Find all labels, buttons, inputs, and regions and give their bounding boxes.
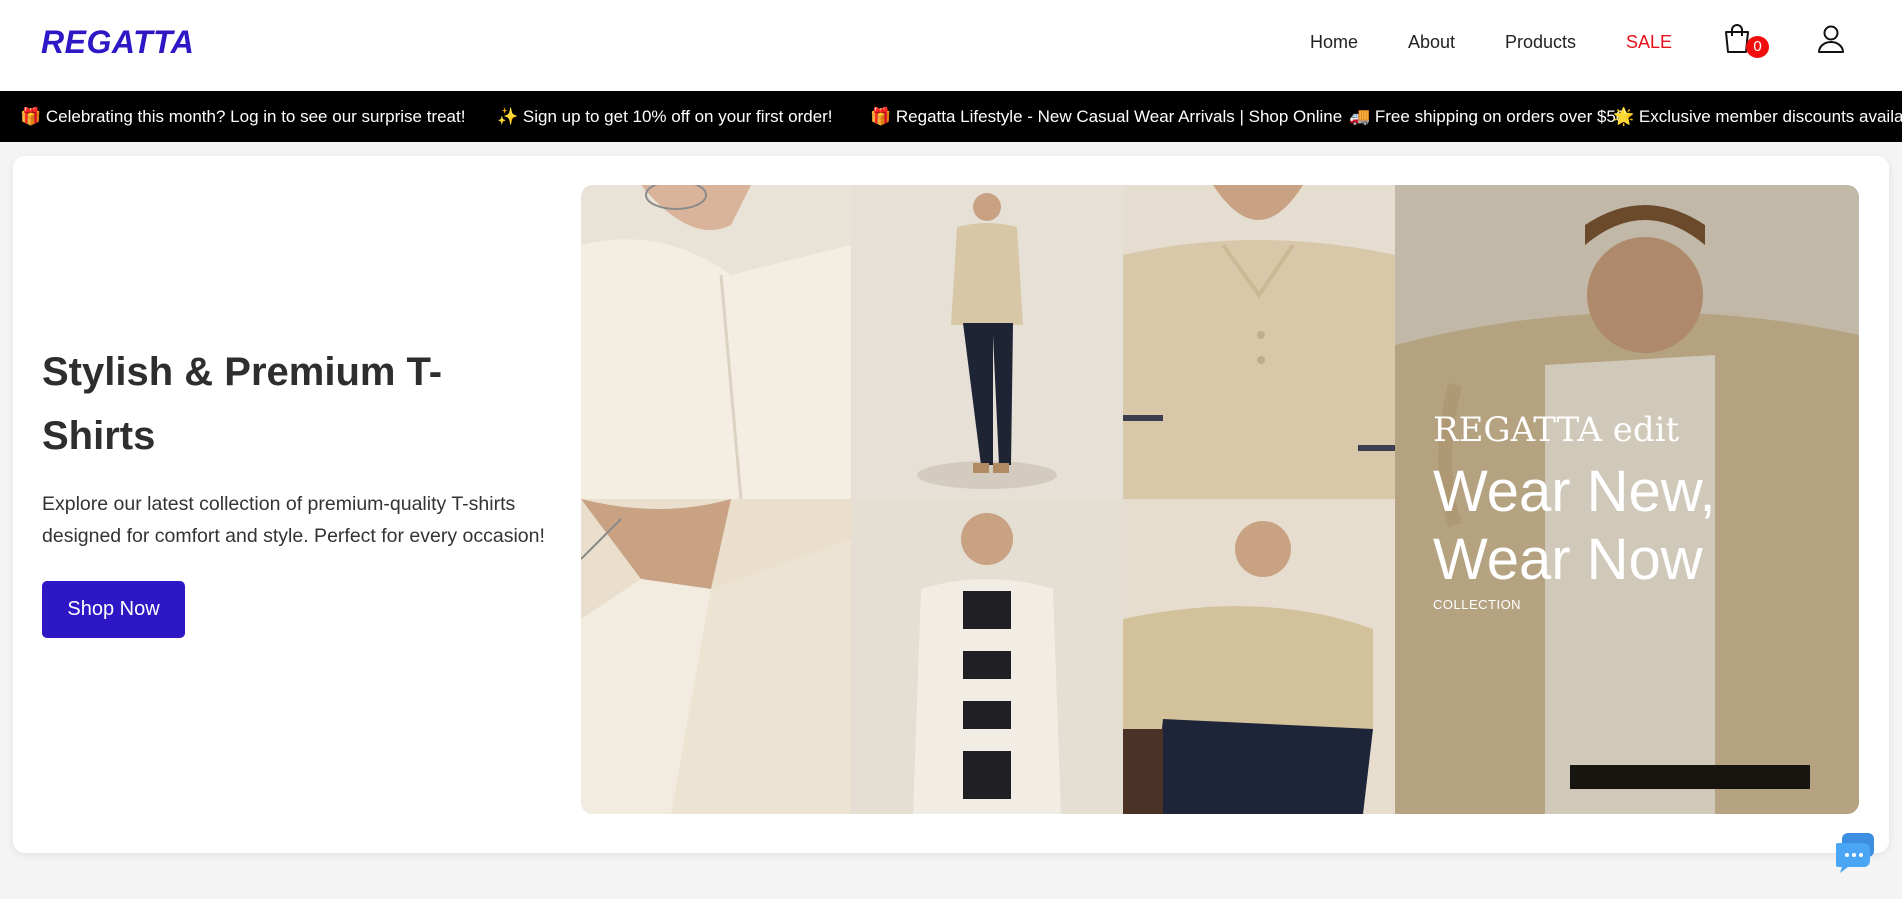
- model-seated-polo-image: [1123, 499, 1395, 814]
- model-overshirt-image: [851, 499, 1123, 814]
- model-full-body-image: [851, 185, 1123, 499]
- ticker-item: ✨ Sign up to get 10% off on your first o…: [497, 107, 833, 126]
- hero-description: Explore our latest collection of premium…: [42, 493, 545, 547]
- hero-title: Stylish & Premium T-Shirts: [42, 350, 443, 458]
- cart-count-badge: 0: [1746, 36, 1769, 58]
- banner-brand: REGATTA edit: [1433, 410, 1680, 450]
- ticker-item: 🎁 Regatta Lifestyle - New Casual Wear Ar…: [870, 107, 1343, 126]
- banner-headline: Wear New, Wear Now: [1433, 458, 1716, 594]
- logo[interactable]: REGATTA: [41, 24, 194, 61]
- announcement-ticker: 🎁 Celebrating this month? Log in to see …: [0, 91, 1902, 142]
- model-polo-closeup-image: [1123, 185, 1395, 499]
- nav-sale[interactable]: SALE: [1626, 32, 1672, 53]
- nav-products[interactable]: Products: [1505, 32, 1576, 53]
- nav-about[interactable]: About: [1408, 32, 1455, 53]
- nav-home[interactable]: Home: [1310, 32, 1358, 53]
- shop-now-button[interactable]: Shop Now: [42, 581, 185, 638]
- chat-icon[interactable]: [1834, 831, 1876, 873]
- banner-collection-tag: COLLECTION: [1433, 597, 1522, 612]
- banner-headline-line1: Wear New,: [1433, 459, 1716, 524]
- model-collar-closeup-image: [581, 499, 851, 814]
- user-icon[interactable]: [1816, 24, 1846, 54]
- site-header: REGATTA Home About Products SALE 0: [0, 0, 1902, 91]
- banner-headline-line2: Wear Now: [1433, 527, 1703, 592]
- ticker-item: 🎁 Celebrating this month? Log in to see …: [20, 107, 466, 126]
- ticker-item: 🌟 Exclusive member discounts availab: [1613, 107, 1902, 126]
- ticker-item: 🚚 Free shipping on orders over $50: [1349, 107, 1626, 126]
- model-shirt-closeup-image: [581, 185, 851, 499]
